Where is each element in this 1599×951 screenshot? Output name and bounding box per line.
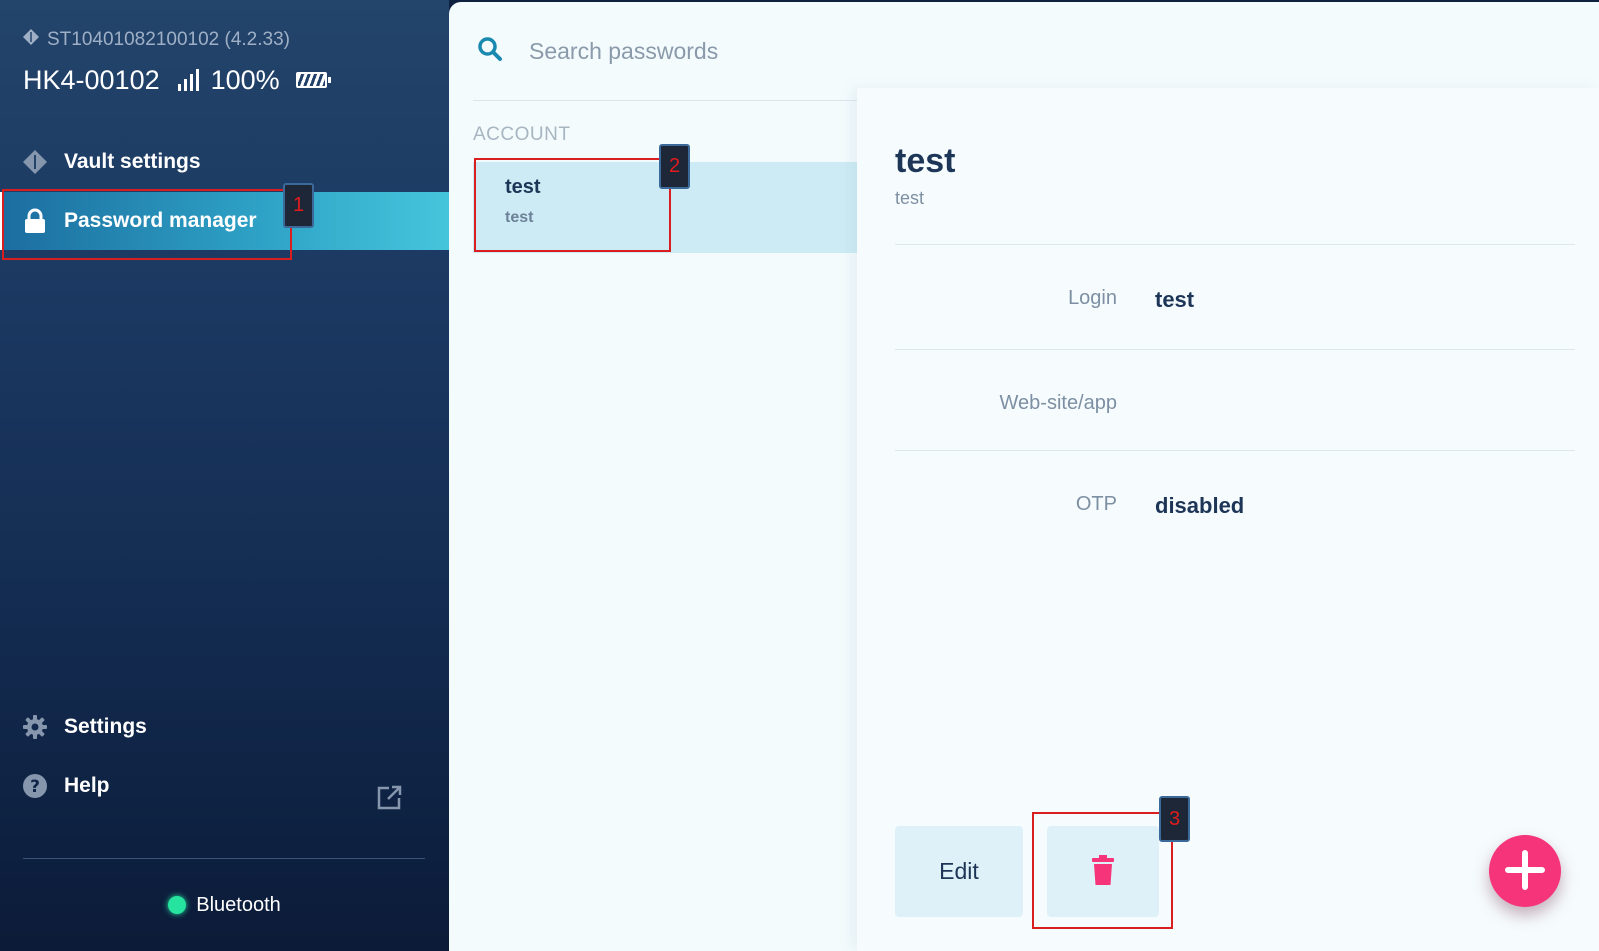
entry-subtitle: test <box>895 188 925 208</box>
sidebar-item-vault-settings[interactable]: Vault settings <box>0 133 449 191</box>
field-label: OTP <box>1075 493 1117 515</box>
list-item-title: test <box>505 176 541 198</box>
website-row: Web-site/app <box>895 349 1575 454</box>
sidebar-item-settings[interactable]: Settings <box>0 698 449 756</box>
diamond-icon <box>22 149 48 175</box>
trash-icon <box>1091 855 1115 888</box>
detail-panel: test test Login test Web-site/app OTP di… <box>857 88 1599 951</box>
sidebar: ST10401082100102 (4.2.33) HK4-00102 100%… <box>0 0 449 951</box>
battery-icon <box>295 72 331 88</box>
login-row: Login test <box>895 244 1575 349</box>
sidebar-item-label: Help <box>64 774 110 797</box>
diamond-icon <box>23 29 39 51</box>
sidebar-item-label: Vault settings <box>64 150 201 173</box>
device-id-row: ST10401082100102 (4.2.33) <box>23 28 290 52</box>
field-label: Web-site/app <box>999 392 1117 414</box>
list-item-subtitle: test <box>505 209 534 226</box>
entry-title: test <box>895 142 956 180</box>
edit-button[interactable]: Edit <box>895 826 1023 917</box>
password-list: ACCOUNT test test <box>473 102 857 951</box>
add-entry-button[interactable] <box>1489 835 1561 907</box>
signal-icon <box>177 69 199 91</box>
search-input[interactable] <box>529 37 1129 65</box>
device-status-row: HK4-00102 100% <box>23 62 331 98</box>
gear-icon <box>22 714 48 740</box>
device-id: ST10401082100102 (4.2.33) <box>47 29 290 50</box>
search-icon[interactable] <box>477 36 503 67</box>
sidebar-item-label: Settings <box>64 715 147 738</box>
battery-percent: 100% <box>210 64 280 95</box>
field-label: Login <box>1068 287 1117 309</box>
connection-status: Bluetooth <box>0 890 449 920</box>
field-value[interactable]: test <box>1155 287 1194 313</box>
plus-icon <box>1503 848 1547 895</box>
svg-text:?: ? <box>30 777 40 797</box>
field-value[interactable]: disabled <box>1155 493 1244 519</box>
delete-button[interactable] <box>1047 826 1159 917</box>
sidebar-item-password-manager[interactable]: Password manager <box>0 192 449 250</box>
sidebar-divider <box>23 858 425 859</box>
search-bar <box>473 2 1585 101</box>
status-dot <box>168 896 187 914</box>
sidebar-item-label: Password manager <box>64 209 257 232</box>
list-item[interactable]: test test <box>473 162 857 253</box>
device-name: HK4-00102 <box>23 64 160 95</box>
lock-icon <box>22 208 48 234</box>
main-panel: ACCOUNT test test test test Login test W… <box>449 2 1599 951</box>
external-link-icon[interactable] <box>375 784 403 812</box>
section-label: ACCOUNT <box>473 124 571 145</box>
help-circle-icon: ? <box>22 773 48 799</box>
otp-row: OTP disabled <box>895 450 1575 555</box>
connection-label: Bluetooth <box>196 893 281 916</box>
